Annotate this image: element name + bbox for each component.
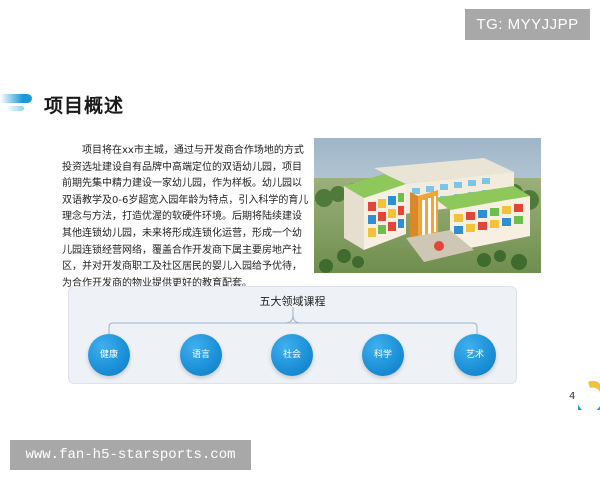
course-health-circle: 健康 [88,334,130,376]
watermark-url: www.fan-h5-starsports.com [10,440,251,470]
page-title: 项目概述 [44,95,125,117]
description-line: 区，并对开发商职工及社区居民的婴儿入园给予优待， [62,261,302,273]
description-line: 理念与方法，打造优渥的软硬件环境。后期将陆续建设 [62,211,302,223]
description-line: 项目将在xx市主城，通过与开发商合作场地的方式 [82,145,304,156]
course-society-circle: 社会 [271,334,313,376]
title-accent-bar-small [6,106,24,111]
description-line: 儿园连锁经营网络，覆盖合作开发商下属主要房地产社 [62,244,302,256]
description-line: 其他连锁幼儿园，未来将形成连锁化运营，形成一个幼 [62,227,302,239]
course-language-circle: 语言 [180,334,222,376]
corner-decoration [578,380,600,410]
description-line: 前期先集中精力建设一家幼儿园，作为样板。幼儿园以 [62,178,302,190]
kindergarten-building-render [314,138,541,273]
course-art-circle: 艺术 [454,334,496,376]
description-line: 双语教学及0-6岁超宽入园年龄为特点，引入科学的育儿 [62,194,309,206]
project-description: 项目将在xx市主城，通过与开发商合作场地的方式 投资选址建设自有品牌中高端定位的… [62,143,309,292]
title-accent-bar [0,94,32,103]
page-number: 4 [569,391,576,402]
courses-panel: 五大领域课程 健康 语言 社会 科学 艺术 [68,286,517,384]
kindergarten-building-illustration [314,138,541,273]
description-line: 投资选址建设自有品牌中高端定位的双语幼儿园，项目 [62,161,302,173]
course-science-circle: 科学 [362,334,404,376]
tg-badge: TG: MYYJJPP [465,9,590,40]
